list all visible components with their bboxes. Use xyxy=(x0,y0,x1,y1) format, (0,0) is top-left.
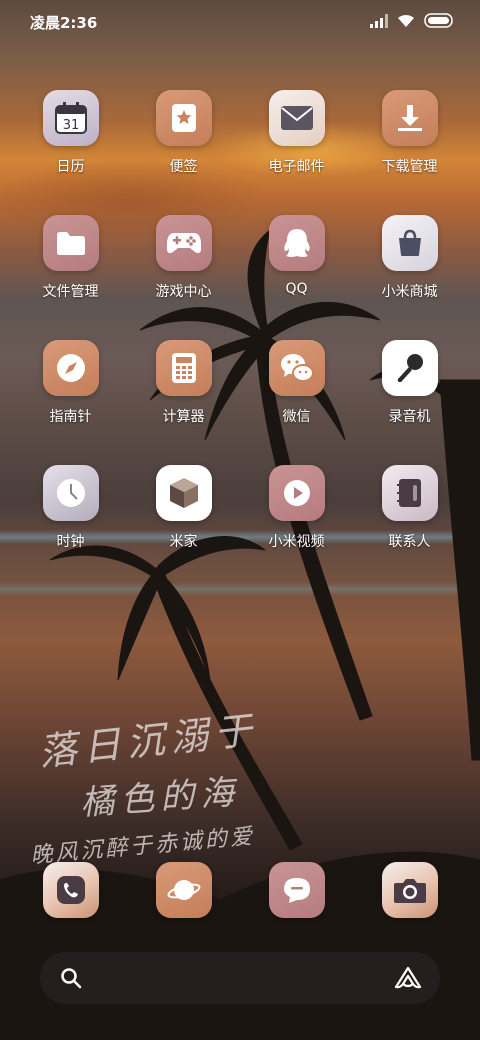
app-wechat[interactable]: 微信 xyxy=(240,340,353,426)
app-qq[interactable]: QQ xyxy=(240,215,353,297)
app-calculator[interactable]: 计算器 xyxy=(127,340,240,426)
app-compass[interactable]: 指南针 xyxy=(14,340,127,426)
app-recorder[interactable]: 录音机 xyxy=(353,340,466,426)
phone-icon xyxy=(57,876,85,904)
handwriting-line: 橘色的海 xyxy=(79,772,242,824)
app-label: 游戏中心 xyxy=(155,284,212,300)
message-icon xyxy=(284,878,310,903)
app-label: 指南针 xyxy=(49,409,92,425)
app-calendar[interactable]: 31 日历 xyxy=(14,90,127,176)
app-label: 时钟 xyxy=(56,534,85,550)
wechat-icon xyxy=(268,340,325,396)
mail-icon xyxy=(268,90,325,146)
camera-icon xyxy=(394,879,426,903)
app-email[interactable]: 电子邮件 xyxy=(240,90,353,176)
calculator-icon xyxy=(155,340,212,396)
app-download-manager[interactable]: 下载管理 xyxy=(353,90,466,176)
contacts-book-icon xyxy=(381,465,438,521)
app-label: 米家 xyxy=(169,534,198,550)
app-clock[interactable]: 时钟 xyxy=(14,465,127,551)
app-label: 便签 xyxy=(169,159,198,175)
app-label: 联系人 xyxy=(388,534,431,550)
notes-icon xyxy=(155,90,212,146)
app-label: QQ xyxy=(285,281,308,297)
app-label: 小米视频 xyxy=(268,534,325,550)
shopping-bag-icon xyxy=(381,215,438,271)
signal-icon xyxy=(370,13,388,28)
calendar-day-text: 31 xyxy=(62,118,79,133)
app-file-manager[interactable]: 文件管理 xyxy=(14,215,127,301)
browser-planet-icon xyxy=(167,880,201,900)
xiaoai-icon[interactable] xyxy=(394,966,422,990)
app-label: 录音机 xyxy=(388,409,431,425)
microphone-icon xyxy=(381,340,438,396)
app-game-center[interactable]: 游戏中心 xyxy=(127,215,240,301)
app-label: 下载管理 xyxy=(381,159,438,175)
app-label: 日历 xyxy=(56,159,85,175)
app-label: 电子邮件 xyxy=(268,159,325,175)
calendar-icon: 31 xyxy=(42,90,99,146)
search-icon[interactable] xyxy=(60,967,82,989)
app-notes[interactable]: 便签 xyxy=(127,90,240,176)
qq-penguin-icon xyxy=(268,215,325,271)
app-mi-store[interactable]: 小米商城 xyxy=(353,215,466,301)
app-label: 文件管理 xyxy=(42,284,99,300)
app-mi-video[interactable]: 小米视频 xyxy=(240,465,353,551)
app-mijia[interactable]: 米家 xyxy=(127,465,240,551)
gamepad-icon xyxy=(155,215,212,271)
clock-icon xyxy=(42,465,99,521)
folder-icon xyxy=(42,215,99,271)
battery-icon xyxy=(424,13,453,28)
play-icon xyxy=(268,465,325,521)
dock-browser[interactable] xyxy=(156,862,212,918)
wifi-icon xyxy=(398,14,414,27)
compass-icon xyxy=(42,340,99,396)
search-bar[interactable] xyxy=(40,952,440,1004)
app-contacts[interactable]: 联系人 xyxy=(353,465,466,551)
dock-messages[interactable] xyxy=(269,862,325,918)
download-icon xyxy=(381,90,438,146)
cube-icon xyxy=(155,465,212,521)
app-label: 小米商城 xyxy=(381,284,438,300)
dock-phone[interactable] xyxy=(43,862,99,918)
app-label: 计算器 xyxy=(162,409,205,425)
app-label: 微信 xyxy=(282,409,311,425)
dock-camera[interactable] xyxy=(382,862,438,918)
status-bar: 凌晨2:36 xyxy=(0,0,480,42)
status-time: 凌晨2:36 xyxy=(30,14,98,32)
